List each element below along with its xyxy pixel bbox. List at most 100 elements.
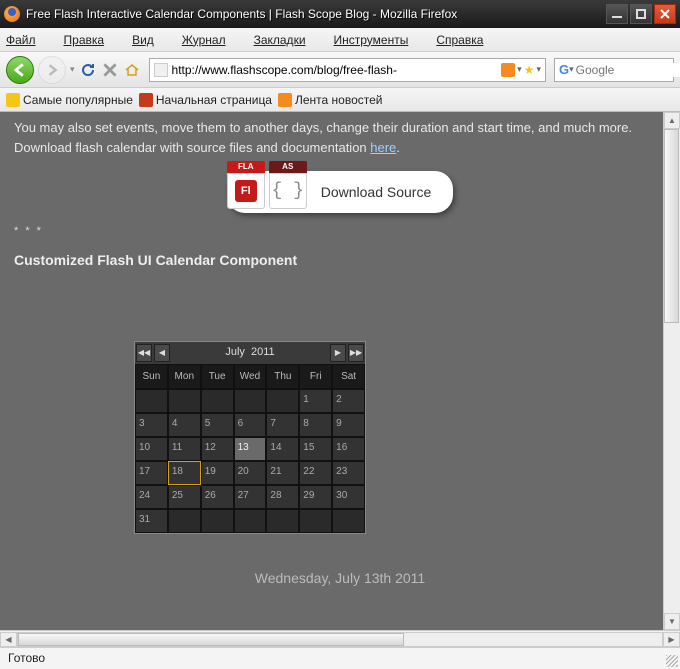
calendar-cell[interactable]: 2 <box>332 389 365 413</box>
calendar-cell[interactable]: 28 <box>266 485 299 509</box>
calendar-cell[interactable]: 9 <box>332 413 365 437</box>
calendar-cell <box>201 509 234 533</box>
calendar-cell[interactable]: 31 <box>135 509 168 533</box>
calendar-cell[interactable]: 18 <box>168 461 201 485</box>
menu-history[interactable]: Журнал <box>182 33 240 47</box>
menu-bar: Файл Правка Вид Журнал Закладки Инструме… <box>0 28 680 52</box>
scroll-down-icon[interactable]: ▼ <box>664 613 680 630</box>
back-button[interactable] <box>6 56 34 84</box>
menu-help[interactable]: Справка <box>436 33 497 47</box>
calendar-cell[interactable]: 8 <box>299 413 332 437</box>
menu-view[interactable]: Вид <box>132 33 168 47</box>
calendar-cell[interactable]: 10 <box>135 437 168 461</box>
calendar-cell[interactable]: 14 <box>266 437 299 461</box>
dayname: Sat <box>332 364 365 389</box>
download-here-link[interactable]: here <box>370 140 396 155</box>
as-file-icon: AS { } <box>269 161 311 209</box>
calendar-cell[interactable]: 27 <box>234 485 267 509</box>
download-button-label: Download Source <box>321 182 432 203</box>
page-content: You may also set events, move them to an… <box>0 112 680 630</box>
calendar-cell[interactable]: 20 <box>234 461 267 485</box>
search-input[interactable] <box>576 63 680 77</box>
calendar-cell[interactable]: 22 <box>299 461 332 485</box>
home-button[interactable] <box>123 61 141 79</box>
dayname: Thu <box>266 364 299 389</box>
scroll-right-icon[interactable]: ▶ <box>663 632 680 647</box>
calendar-cell[interactable]: 19 <box>201 461 234 485</box>
calendar-cell <box>201 389 234 413</box>
menu-tools[interactable]: Инструменты <box>334 33 423 47</box>
calendar-cell[interactable]: 3 <box>135 413 168 437</box>
calendar-cell <box>266 509 299 533</box>
calendar-cell[interactable]: 24 <box>135 485 168 509</box>
download-button-container: FLA Fl AS { } Download Source <box>14 171 666 213</box>
scroll-up-icon[interactable]: ▲ <box>664 112 680 129</box>
download-line: Download flash calendar with source file… <box>14 138 666 158</box>
rss-bookmark-icon <box>278 93 292 107</box>
close-button[interactable] <box>654 4 676 24</box>
bookmark-home[interactable]: Начальная страница <box>139 93 272 107</box>
menu-bookmarks[interactable]: Закладки <box>254 33 320 47</box>
url-bar[interactable]: ▾ ★ ▾ <box>149 58 546 82</box>
minimize-button[interactable] <box>606 4 628 24</box>
calendar-cell[interactable]: 26 <box>201 485 234 509</box>
status-text: Готово <box>8 651 45 665</box>
bookmarks-bar: Самые популярные Начальная страница Лент… <box>0 88 680 112</box>
bookmark-popular[interactable]: Самые популярные <box>6 93 133 107</box>
calendar-cell[interactable]: 15 <box>299 437 332 461</box>
calendar-cell[interactable]: 5 <box>201 413 234 437</box>
dayname: Sun <box>135 364 168 389</box>
separator: * * * <box>14 223 666 240</box>
calendar-cell[interactable]: 1 <box>299 389 332 413</box>
calendar-cell <box>299 509 332 533</box>
calendar-cell <box>234 389 267 413</box>
scroll-thumb[interactable] <box>664 129 679 323</box>
scroll-left-icon[interactable]: ◀ <box>0 632 17 647</box>
calendar-cell[interactable]: 12 <box>201 437 234 461</box>
bookmark-star-icon[interactable]: ★ <box>524 63 535 77</box>
calendar-cell[interactable]: 21 <box>266 461 299 485</box>
calendar-cell[interactable]: 6 <box>234 413 267 437</box>
calendar-grid: 1234567891011121314151617181920212223242… <box>135 389 365 533</box>
dayname: Tue <box>201 364 234 389</box>
prev-month-button[interactable]: ◀ <box>154 344 170 362</box>
calendar-cell[interactable]: 29 <box>299 485 332 509</box>
calendar-cell <box>234 509 267 533</box>
forward-button[interactable] <box>38 56 66 84</box>
calendar-cell[interactable]: 7 <box>266 413 299 437</box>
home-bookmark-icon <box>139 93 153 107</box>
maximize-button[interactable] <box>630 4 652 24</box>
calendar-cell[interactable]: 23 <box>332 461 365 485</box>
calendar-cell[interactable]: 11 <box>168 437 201 461</box>
calendar-cell[interactable]: 13 <box>234 437 267 461</box>
download-source-button[interactable]: FLA Fl AS { } Download Source <box>227 171 454 213</box>
hscroll-thumb[interactable] <box>18 633 404 646</box>
fla-file-icon: FLA Fl <box>227 161 269 209</box>
menu-file[interactable]: Файл <box>6 33 50 47</box>
vertical-scrollbar[interactable]: ▲ ▼ <box>663 112 680 630</box>
reload-button[interactable] <box>79 61 97 79</box>
site-favicon <box>154 63 168 77</box>
horizontal-scrollbar[interactable]: ◀ ▶ <box>0 630 680 647</box>
calendar-cell[interactable]: 17 <box>135 461 168 485</box>
window-title: Free Flash Interactive Calendar Componen… <box>26 7 604 21</box>
url-input[interactable] <box>172 63 500 77</box>
calendar-cell <box>168 389 201 413</box>
calendar-cell[interactable]: 4 <box>168 413 201 437</box>
bookmark-news[interactable]: Лента новостей <box>278 93 383 107</box>
prev-year-button[interactable]: ◀◀ <box>136 344 152 362</box>
next-year-button[interactable]: ▶▶ <box>348 344 364 362</box>
next-month-button[interactable]: ▶ <box>330 344 346 362</box>
menu-edit[interactable]: Правка <box>64 33 119 47</box>
search-bar[interactable]: G▾ <box>554 58 674 82</box>
search-engine-icon[interactable]: G <box>559 62 569 77</box>
calendar-cell[interactable]: 30 <box>332 485 365 509</box>
stop-button[interactable] <box>101 61 119 79</box>
rss-icon[interactable] <box>501 63 515 77</box>
selected-date-label: Wednesday, July 13th 2011 <box>14 568 666 589</box>
calendar-widget[interactable]: ◀◀ ◀ July 2011 ▶ ▶▶ SunMonTueWedThuFriSa… <box>134 341 366 534</box>
url-dropdown-icon[interactable]: ▾ <box>536 64 541 75</box>
calendar-cell[interactable]: 25 <box>168 485 201 509</box>
feed-dropdown-icon[interactable]: ▾ <box>517 64 522 75</box>
calendar-cell[interactable]: 16 <box>332 437 365 461</box>
